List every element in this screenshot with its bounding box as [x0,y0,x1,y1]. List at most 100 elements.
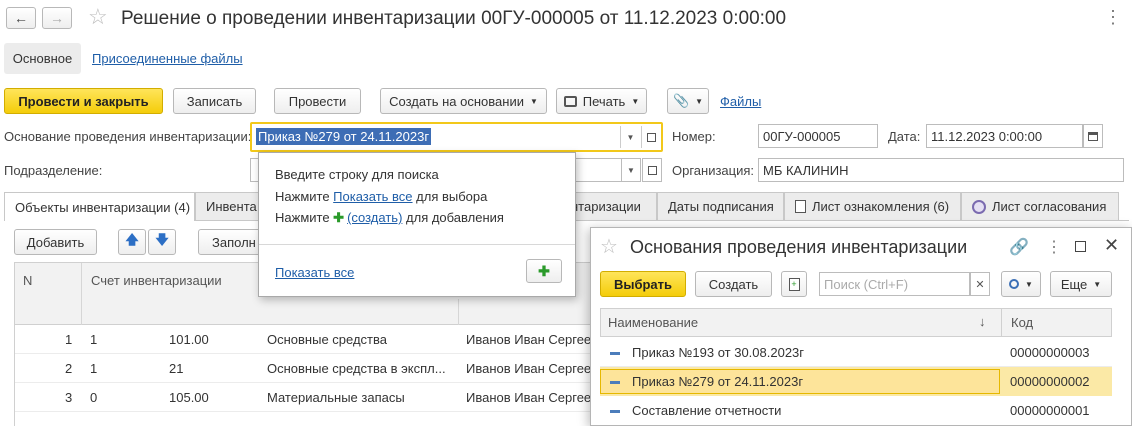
create-label: Создать [708,276,759,292]
clear-search-icon[interactable]: ✕ [970,272,990,296]
move-up-button[interactable]: 🡅 [118,229,146,255]
close-icon[interactable]: ✕ [1104,235,1119,256]
row-n: 2 [65,361,73,376]
list-item-name-text: Приказ №193 от 30.08.2023г [632,345,805,360]
back-button[interactable]: ← [6,7,36,29]
list-item[interactable]: Приказ №193 от 30.08.2023г 00000000003 [600,338,1112,367]
col-code[interactable]: Код [1011,315,1033,330]
tab-main-label: Основное [12,51,73,66]
item-icon [610,410,620,414]
post-button[interactable]: Провести [274,88,361,114]
list-item[interactable]: Составление отчетности 00000000001 [600,396,1112,425]
create-based-button[interactable]: Создать на основании ▼ [380,88,547,114]
select-button[interactable]: Выбрать [600,271,686,297]
col-account[interactable]: Счет инвентаризации [91,273,222,288]
row-name: Материальные запасы [267,390,405,405]
link-icon[interactable]: 🔗 [1009,237,1029,257]
list-item-name: Приказ №279 от 24.11.2023г [610,374,803,389]
basis-value: Приказ №279 от 24.11.2023г [256,128,432,145]
org-field[interactable]: МБ КАЛИНИН [758,158,1124,182]
row-person: Иванов Иван Сергее [466,332,592,347]
create-button[interactable]: Создать [695,271,772,297]
popup-add-button[interactable]: ✚ [526,259,562,283]
table-row[interactable]: 2 1 21 Основные средства в экспл... Иван… [15,354,592,383]
tab-main[interactable]: Основное [4,43,81,74]
division-label: Подразделение: [4,163,103,178]
header-separator [1001,309,1002,336]
popup-hint-text: Нажмите [275,189,334,204]
create-based-label: Создать на основании [389,93,524,109]
calendar-icon[interactable] [1083,124,1103,148]
search-button[interactable]: ▼ [1001,271,1041,297]
add-row-label: Добавить [26,234,85,250]
row-flag: 0 [90,390,98,405]
popup-hint-create: Нажмите ✚ (создать) для добавления [275,210,504,226]
tab-sign-dates[interactable]: Даты подписания [657,192,784,220]
favorite-star-icon[interactable]: ☆ [88,4,108,30]
popup-create-link[interactable]: (создать) [347,210,402,225]
table-row[interactable]: 3 0 105.00 Материальные запасы Иванов Ив… [15,383,591,412]
division-open-icon[interactable] [642,158,662,182]
post-and-close-button[interactable]: Провести и закрыть [4,88,163,114]
header-separator [81,263,82,325]
date-field[interactable]: 11.12.2023 0:00:00 [926,124,1083,148]
add-row-button[interactable]: Добавить [14,229,97,255]
files-link[interactable]: Файлы [720,94,761,109]
popup-hint-text: Нажмите [275,210,334,225]
tab-invent-label: Инвента [206,199,257,214]
quick-choice-popup: Введите строку для поиска Нажмите Показа… [258,152,576,297]
list-item-code: 00000000003 [1010,345,1090,360]
tab-objects-label: Объекты инвентаризации (4) [15,199,191,215]
basis-dropdown-icon[interactable]: ▼ [620,126,640,148]
more-icon[interactable]: ⋮ [1104,8,1122,26]
arrow-down-icon: 🡇 [155,232,169,247]
more-button[interactable]: Еще ▼ [1050,271,1112,297]
panel-more-icon[interactable]: ⋮ [1046,237,1062,257]
popup-show-all-inline-link[interactable]: Показать все [333,189,412,204]
list-header: Наименование ↓ Код [600,308,1112,337]
popup-hint-search: Введите строку для поиска [275,167,439,182]
search-input[interactable]: Поиск (Ctrl+F) [819,272,970,296]
list-item-code: 00000000001 [1010,403,1090,418]
list-item-selected[interactable]: Приказ №279 от 24.11.2023г 00000000002 [600,367,1112,396]
choice-form-panel: ☆ Основания проведения инвентаризации 🔗 … [590,227,1132,426]
division-dropdown-icon[interactable]: ▼ [621,158,641,182]
list-item-name: Приказ №193 от 30.08.2023г [610,345,804,360]
arrow-right-icon: → [50,10,64,26]
row-flag: 1 [90,361,98,376]
col-n[interactable]: N [23,273,32,288]
col-name[interactable]: Наименование [608,315,698,330]
move-down-button[interactable]: 🡇 [148,229,176,255]
tab-approval-sheet-label: Лист согласования [992,199,1107,214]
dropdown-arrow-icon: ▼ [695,96,704,106]
tab-ack-sheet[interactable]: Лист ознакомления (6) [784,192,961,220]
number-field[interactable]: 00ГУ-000005 [758,124,878,148]
approval-icon [972,199,986,214]
save-button[interactable]: Записать [173,88,256,114]
popup-hint-text: для добавления [402,210,504,225]
print-button[interactable]: Печать ▼ [556,88,647,114]
table-row[interactable]: 1 1 101.00 Основные средства Иванов Иван… [15,325,592,354]
panel-favorite-star-icon[interactable]: ☆ [600,234,618,259]
search-icon [1009,279,1020,289]
row-person: Иванов Иван Сергее [466,361,592,376]
org-label: Организация: [672,163,755,178]
tab-objects[interactable]: Объекты инвентаризации (4) [4,192,195,221]
panel-title: Основания проведения инвентаризации [630,237,968,257]
list-item-name: Составление отчетности [610,403,781,418]
copy-plus-icon: + [788,277,800,291]
popup-show-all-link[interactable]: Показать все [275,265,354,280]
create-copy-button[interactable]: + [781,271,807,297]
row-name: Основные средства в экспл... [267,361,446,376]
tab-approval-sheet[interactable]: Лист согласования [961,192,1119,220]
attach-button[interactable]: 📎 ▼ [667,88,709,114]
fill-button[interactable]: Заполн [198,229,262,255]
tab-attached-files[interactable]: Присоединенные файлы [92,51,243,66]
maximize-icon[interactable] [1075,241,1086,252]
tab-invent[interactable]: Инвента [195,192,265,220]
item-icon [610,381,620,385]
open-icon[interactable] [641,126,661,148]
post-and-close-label: Провести и закрыть [18,93,149,109]
dropdown-arrow-icon: ▼ [529,96,538,106]
forward-button[interactable]: → [42,7,72,29]
